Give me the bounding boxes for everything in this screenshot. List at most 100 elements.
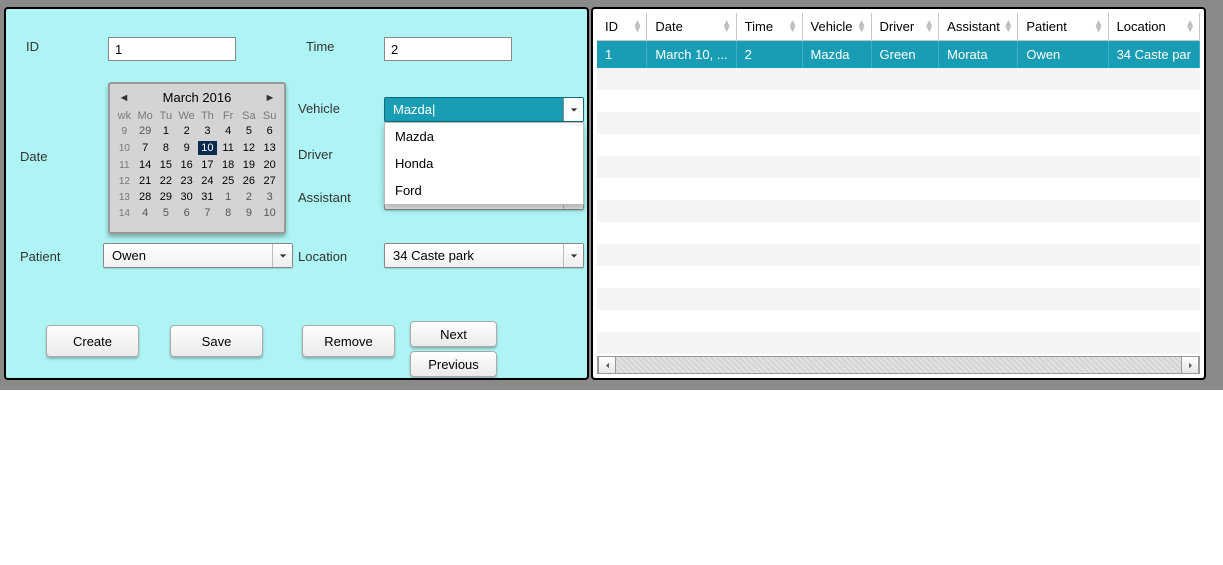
calendar-day[interactable]: 27: [259, 173, 280, 189]
id-input[interactable]: [108, 37, 236, 61]
calendar-day[interactable]: 29: [156, 189, 177, 205]
column-header[interactable]: Patient▲▼: [1018, 13, 1108, 41]
column-header[interactable]: Location▲▼: [1108, 13, 1199, 41]
calendar-day[interactable]: 5: [156, 205, 177, 221]
column-header[interactable]: Driver▲▼: [871, 13, 939, 41]
sort-icon[interactable]: ▲▼: [1094, 21, 1104, 33]
sort-icon[interactable]: ▲▼: [1185, 21, 1195, 33]
calendar-day[interactable]: 1: [218, 189, 239, 205]
calendar-day[interactable]: 23: [176, 173, 197, 189]
calendar-day[interactable]: 5: [239, 123, 260, 139]
cell[interactable]: Morata: [939, 41, 1018, 69]
data-grid[interactable]: ID▲▼Date▲▼Time▲▼Vehicle▲▼Driver▲▼Assista…: [597, 13, 1200, 354]
calendar-day[interactable]: 19: [239, 157, 260, 173]
column-header[interactable]: Date▲▼: [647, 13, 736, 41]
location-value: 34 Caste park: [393, 248, 474, 263]
calendar-day[interactable]: 11: [218, 139, 239, 157]
sort-icon[interactable]: ▲▼: [722, 21, 732, 33]
calendar-day[interactable]: 13: [259, 139, 280, 157]
calendar-day[interactable]: 10: [197, 139, 218, 157]
vehicle-combo[interactable]: Mazda: [384, 97, 584, 122]
calendar-day[interactable]: 3: [197, 123, 218, 139]
calendar-day[interactable]: 7: [197, 205, 218, 221]
calendar-day[interactable]: 20: [259, 157, 280, 173]
cell[interactable]: Owen: [1018, 41, 1108, 69]
calendar-day[interactable]: 12: [239, 139, 260, 157]
vehicle-option[interactable]: Ford: [385, 177, 583, 204]
calendar-day[interactable]: 8: [156, 139, 177, 157]
calendar-day[interactable]: 28: [135, 189, 156, 205]
cell[interactable]: March 10, ...: [647, 41, 736, 69]
calendar-day[interactable]: 9: [239, 205, 260, 221]
cell[interactable]: Mazda: [802, 41, 871, 69]
calendar-day[interactable]: 18: [218, 157, 239, 173]
calendar-day[interactable]: 24: [197, 173, 218, 189]
calendar-day[interactable]: 30: [176, 189, 197, 205]
vehicle-value: Mazda: [393, 102, 435, 117]
location-combo[interactable]: 34 Caste park: [384, 243, 584, 268]
calendar-title: March 2016: [163, 90, 232, 105]
prev-month-icon[interactable]: ◄: [116, 92, 132, 104]
calendar-day[interactable]: 7: [135, 139, 156, 157]
calendar-day[interactable]: 17: [197, 157, 218, 173]
column-header[interactable]: ID▲▼: [597, 13, 647, 41]
cell[interactable]: 2: [736, 41, 802, 69]
date-picker[interactable]: ◄ March 2016 ► wkMoTuWeThFrSaSu 92912345…: [108, 82, 286, 234]
sort-icon[interactable]: ▲▼: [857, 21, 867, 33]
create-button[interactable]: Create: [46, 325, 139, 357]
sort-icon[interactable]: ▲▼: [788, 21, 798, 33]
calendar-grid[interactable]: wkMoTuWeThFrSaSu 92912345610789101112131…: [114, 109, 280, 221]
calendar-day[interactable]: 10: [259, 205, 280, 221]
assistant-label: Assistant: [298, 190, 351, 205]
patient-label: Patient: [20, 249, 60, 264]
calendar-day[interactable]: 29: [135, 123, 156, 139]
cell[interactable]: Green: [871, 41, 939, 69]
calendar-day[interactable]: 25: [218, 173, 239, 189]
sort-icon[interactable]: ▲▼: [1003, 21, 1013, 33]
vehicle-option[interactable]: Mazda: [385, 123, 583, 150]
scroll-left-icon[interactable]: [598, 357, 616, 373]
vehicle-dropdown[interactable]: MazdaHondaFord: [384, 122, 584, 205]
calendar-day[interactable]: 4: [218, 123, 239, 139]
next-button[interactable]: Next: [410, 321, 497, 347]
chevron-down-icon[interactable]: [563, 244, 583, 267]
horizontal-scrollbar[interactable]: [597, 356, 1200, 374]
calendar-day[interactable]: 6: [176, 205, 197, 221]
column-header[interactable]: Assistant▲▼: [939, 13, 1018, 41]
calendar-day[interactable]: 2: [239, 189, 260, 205]
calendar-day[interactable]: 26: [239, 173, 260, 189]
calendar-day[interactable]: 9: [176, 139, 197, 157]
chevron-down-icon[interactable]: [272, 244, 292, 267]
time-label: Time: [306, 39, 334, 54]
date-label: Date: [20, 149, 47, 164]
calendar-day[interactable]: 16: [176, 157, 197, 173]
previous-button[interactable]: Previous: [410, 351, 497, 377]
calendar-day[interactable]: 4: [135, 205, 156, 221]
column-header[interactable]: Vehicle▲▼: [802, 13, 871, 41]
cell[interactable]: 1: [597, 41, 647, 69]
calendar-day[interactable]: 15: [156, 157, 177, 173]
column-header[interactable]: Time▲▼: [736, 13, 802, 41]
calendar-day[interactable]: 21: [135, 173, 156, 189]
sort-icon[interactable]: ▲▼: [924, 21, 934, 33]
calendar-day[interactable]: 22: [156, 173, 177, 189]
vehicle-option[interactable]: Honda: [385, 150, 583, 177]
calendar-day[interactable]: 14: [135, 157, 156, 173]
cell[interactable]: 34 Caste par: [1108, 41, 1199, 69]
chevron-down-icon[interactable]: [563, 98, 583, 121]
id-label: ID: [26, 39, 39, 54]
calendar-day[interactable]: 1: [156, 123, 177, 139]
sort-icon[interactable]: ▲▼: [632, 21, 642, 33]
next-month-icon[interactable]: ►: [262, 92, 278, 104]
calendar-day[interactable]: 2: [176, 123, 197, 139]
scroll-right-icon[interactable]: [1181, 357, 1199, 373]
patient-combo[interactable]: Owen: [103, 243, 293, 268]
save-button[interactable]: Save: [170, 325, 263, 357]
calendar-day[interactable]: 3: [259, 189, 280, 205]
remove-button[interactable]: Remove: [302, 325, 395, 357]
calendar-day[interactable]: 8: [218, 205, 239, 221]
driver-label: Driver: [298, 147, 333, 162]
calendar-day[interactable]: 6: [259, 123, 280, 139]
time-input[interactable]: [384, 37, 512, 61]
calendar-day[interactable]: 31: [197, 189, 218, 205]
